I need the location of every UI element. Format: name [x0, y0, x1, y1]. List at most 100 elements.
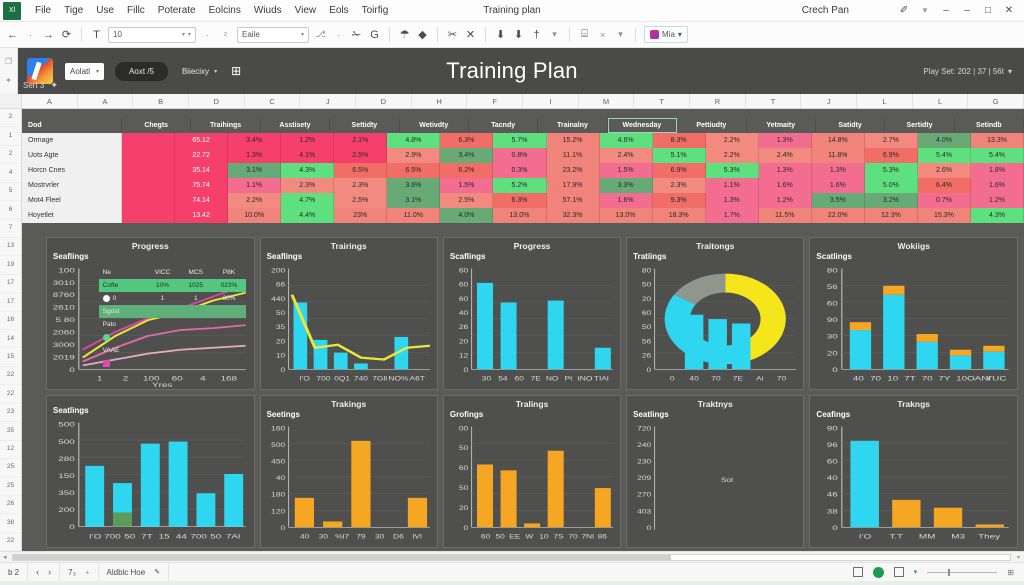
cell-value[interactable]: 6.3% — [440, 133, 493, 148]
cell-value[interactable]: 12.3% — [865, 208, 918, 223]
cut-icon[interactable]: ✂ — [446, 28, 459, 41]
print-icon[interactable]: ⌸ — [578, 28, 591, 41]
cell-value[interactable]: 2.2% — [706, 133, 759, 148]
column-header[interactable]: T — [746, 94, 802, 108]
cell-value[interactable]: 3.4% — [440, 148, 493, 163]
column-title[interactable]: Satidty — [816, 118, 885, 133]
column-header[interactable]: L — [913, 94, 969, 108]
column-title[interactable]: Yetmaity — [747, 118, 816, 133]
cell-value[interactable]: 5.3% — [865, 163, 918, 178]
chart-panel[interactable]: ProgressSeaflings1003010876026105 802060… — [46, 237, 255, 390]
cell-value[interactable]: 32.3% — [547, 208, 600, 223]
cell-value[interactable]: 9.3% — [653, 193, 706, 208]
cell-value[interactable]: 2.3% — [334, 178, 387, 193]
cell-value[interactable]: 2.6% — [918, 163, 971, 178]
menu-item-tools[interactable]: Eols — [329, 5, 348, 16]
cell-value[interactable]: 4.3% — [281, 163, 334, 178]
row-number[interactable]: 2 — [0, 109, 21, 127]
cell-value[interactable]: 1.5% — [440, 178, 493, 193]
cell-chegts[interactable] — [122, 193, 175, 208]
cell-value[interactable]: 1.1% — [706, 178, 759, 193]
pin-icon[interactable]: ✐ — [898, 5, 910, 16]
cell-value[interactable]: 3.4% — [228, 133, 281, 148]
cell-value[interactable]: 4.7% — [281, 193, 334, 208]
cell-trainings[interactable]: 75.74 — [175, 178, 228, 193]
chevron-down-icon-5[interactable]: ▾ — [614, 29, 627, 40]
cell-value[interactable]: 14.8% — [812, 133, 865, 148]
add-icon[interactable]: † — [530, 29, 543, 41]
row-number[interactable]: 25 — [0, 459, 21, 477]
cell-value[interactable]: 1.6% — [759, 178, 812, 193]
cell-value[interactable]: 1.2% — [281, 133, 334, 148]
cell-value[interactable]: 3.1% — [228, 163, 281, 178]
cell-value[interactable]: 2.7% — [865, 133, 918, 148]
row-number[interactable]: 26 — [0, 496, 21, 514]
cell-chegts[interactable] — [122, 133, 175, 148]
column-header[interactable]: G — [968, 94, 1024, 108]
cell-trainings[interactable]: 74.14 — [175, 193, 228, 208]
row-number[interactable]: 22 — [0, 533, 21, 551]
cell-value[interactable]: 11.8% — [812, 148, 865, 163]
sheet-label[interactable]: Sert 3 — [23, 81, 44, 90]
menu-item-file[interactable]: File — [35, 5, 51, 16]
row-number[interactable]: 17 — [0, 293, 21, 311]
chart-panel[interactable]: ProgressScaflings6060604026201203054607E… — [443, 237, 621, 390]
close-button[interactable]: ✕ — [1003, 5, 1015, 16]
cell-value[interactable]: 3.1% — [387, 193, 440, 208]
row-number[interactable]: 22 — [0, 385, 21, 403]
menu-item-window[interactable]: Wiuds — [254, 5, 282, 16]
cell-trainings[interactable]: 13.42 — [175, 208, 228, 223]
row-number[interactable]: 22 — [0, 367, 21, 385]
column-title[interactable]: Dod — [22, 118, 122, 133]
menu-item-help[interactable]: Toirfig — [362, 5, 389, 16]
cell-value[interactable]: 4.3% — [971, 208, 1024, 223]
cell-value[interactable]: 1.1% — [228, 178, 281, 193]
chart-panel[interactable]: TrakngsCeafings9096604046380l’OT.TMMM3Th… — [809, 395, 1018, 548]
cell-value[interactable]: 0.8% — [493, 148, 546, 163]
cell-value[interactable]: 1.6% — [600, 193, 653, 208]
column-header[interactable]: J — [300, 94, 356, 108]
cell-value[interactable]: 1.3% — [759, 133, 812, 148]
normal-layout-icon[interactable] — [853, 567, 863, 577]
cell-value[interactable]: 2.5% — [440, 193, 493, 208]
chart-panel[interactable]: TraitongsTratiings805020605056260040707E… — [626, 237, 804, 390]
cell-value[interactable]: 2.5% — [334, 193, 387, 208]
column-header[interactable]: A — [22, 94, 78, 108]
cell-value[interactable]: 1.7% — [706, 208, 759, 223]
cell-chegts[interactable] — [122, 148, 175, 163]
cell-value[interactable]: 2.3% — [281, 178, 334, 193]
cell-value[interactable]: 17.9% — [547, 178, 600, 193]
forward-icon[interactable]: → — [42, 29, 55, 41]
row-number[interactable]: 6 — [0, 201, 21, 219]
download-icon-2[interactable]: ⬇ — [512, 28, 525, 41]
grid-layout-icon[interactable]: ⊞ — [231, 64, 241, 78]
scroll-left-icon[interactable]: ◂ — [0, 553, 10, 561]
prev-sheet-icon[interactable]: ‹ — [36, 567, 39, 577]
align-icon[interactable]: ⎇ — [314, 29, 327, 40]
horizontal-scrollbar[interactable]: ◂ ▾ — [0, 551, 1024, 562]
overlay-row[interactable]: 01130% — [99, 292, 246, 305]
cell-value[interactable]: 4.6% — [600, 133, 653, 148]
cell-value[interactable]: 22.0% — [812, 208, 865, 223]
cell-value[interactable]: 13.0% — [600, 208, 653, 223]
cell-value[interactable]: 15.2% — [547, 133, 600, 148]
cell-trainings[interactable]: 65.12 — [175, 133, 228, 148]
column-title[interactable]: Tacndy — [469, 118, 538, 133]
cell-value[interactable]: 5.2% — [493, 178, 546, 193]
menu-item-format[interactable]: Poterate — [158, 5, 196, 16]
row-number[interactable]: 7 — [0, 220, 21, 238]
cell-chegts[interactable] — [122, 208, 175, 223]
cell-value[interactable]: 15.3% — [918, 208, 971, 223]
cell-value[interactable]: 6.4% — [918, 178, 971, 193]
cell-value[interactable]: 1.8% — [971, 163, 1024, 178]
filter-icon[interactable]: ▼ — [919, 6, 931, 15]
chart-panel[interactable]: WokiigsScatlings80566090302004070107T707… — [809, 237, 1018, 390]
download-icon[interactable]: ⬇ — [494, 28, 507, 41]
column-title[interactable]: Trainalny — [538, 118, 607, 133]
chart-panel[interactable]: TrakingsSeetings1605004504018012004030%l… — [260, 395, 438, 548]
column-header[interactable]: A — [78, 94, 134, 108]
row-number[interactable]: 14 — [0, 330, 21, 348]
cell-value[interactable]: 18.3% — [653, 208, 706, 223]
chart-panel[interactable]: Seatlings5005002801503502000l’O700507T15… — [46, 395, 255, 548]
cell-value[interactable]: 6.9% — [653, 163, 706, 178]
